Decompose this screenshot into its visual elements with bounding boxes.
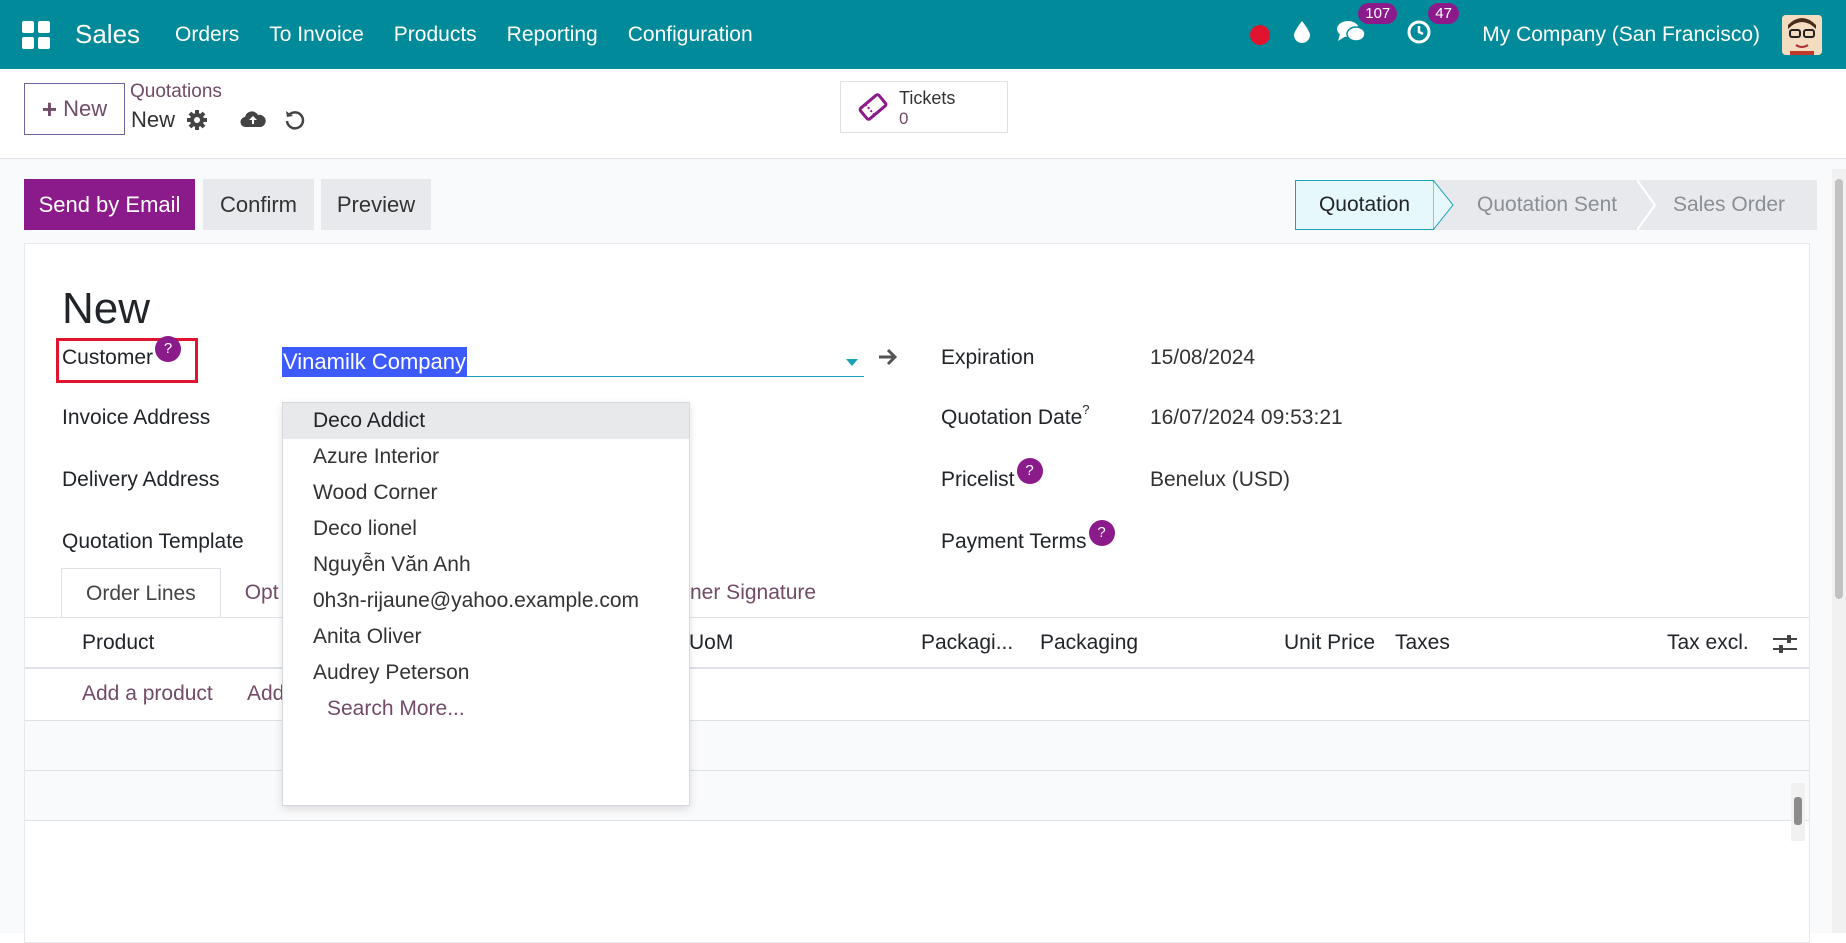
discard-undo-icon[interactable] [284, 109, 306, 136]
quotation-template-label: Quotation Template [62, 530, 244, 553]
drop-icon[interactable] [1294, 21, 1311, 48]
main-menu: Orders To Invoice Products Reporting Con… [160, 23, 768, 47]
record-icon[interactable] [1250, 24, 1271, 45]
stage-quotation-sent[interactable]: Quotation Sent [1434, 180, 1639, 230]
col-tax-excl[interactable]: Tax excl. [1667, 631, 1749, 655]
arrow-right-icon[interactable] [877, 347, 899, 372]
user-avatar[interactable] [1782, 14, 1822, 55]
pricelist-field[interactable]: Benelux (USD) [1150, 468, 1290, 492]
menu-orders[interactable]: Orders [175, 23, 239, 47]
customer-label: Customer? [62, 336, 182, 372]
list-item[interactable]: Audrey Peterson [283, 655, 689, 691]
search-more-link[interactable]: Search More... [283, 691, 689, 727]
customer-help-icon[interactable]: ? [155, 336, 182, 362]
customer-label-text: Customer [62, 346, 154, 369]
breadcrumb-quotations[interactable]: Quotations [130, 81, 222, 103]
notebook-tabs: Order Lines Opt [61, 568, 303, 618]
send-by-email-button[interactable]: Send by Email [24, 179, 195, 230]
page-scrollbar[interactable] [1832, 169, 1846, 933]
col-unit-price[interactable]: Unit Price [1284, 631, 1375, 655]
col-uom[interactable]: UoM [689, 631, 733, 655]
activities-clock-icon[interactable]: 47 [1406, 3, 1459, 50]
ticket-icon [857, 92, 889, 127]
list-item[interactable]: Deco Addict [283, 403, 689, 439]
new-button[interactable]: + New [24, 83, 125, 135]
column-settings-icon[interactable] [1773, 634, 1797, 659]
add-product-link[interactable]: Add a product [82, 682, 213, 706]
systray: 107 47 My Company (San Francisco) [1250, 0, 1846, 69]
messages-icon[interactable]: 107 [1336, 3, 1398, 50]
col-taxes[interactable]: Taxes [1395, 631, 1450, 655]
tickets-smart-button[interactable]: Tickets 0 [840, 81, 1008, 133]
delivery-address-label: Delivery Address [62, 468, 220, 491]
menu-reporting[interactable]: Reporting [507, 23, 598, 47]
list-item[interactable]: Nguyễn Văn Anh [283, 547, 689, 583]
list-item[interactable]: Wood Corner [283, 475, 689, 511]
app-brand[interactable]: Sales [75, 19, 140, 50]
page-scrollbar-thumb[interactable] [1835, 179, 1843, 599]
apps-menu-icon[interactable] [22, 20, 50, 49]
col-product[interactable]: Product [82, 631, 154, 655]
quotation-date-label: Quotation Date? [941, 402, 1090, 430]
pricelist-label: Pricelist? [941, 458, 1043, 494]
customer-input[interactable]: Vinamilk Company [282, 347, 864, 377]
chevron-down-icon[interactable] [846, 359, 858, 366]
quotation-date-label-text: Quotation Date [941, 406, 1083, 429]
invoice-address-label: Invoice Address [62, 406, 211, 429]
table-scrollbar-thumb[interactable] [1794, 797, 1802, 825]
pricelist-label-text: Pricelist [941, 468, 1015, 491]
customer-input-value: Vinamilk Company [282, 347, 468, 377]
plus-icon: + [41, 93, 58, 124]
preview-button[interactable]: Preview [321, 179, 431, 230]
menu-products[interactable]: Products [394, 23, 477, 47]
stage-quotation[interactable]: Quotation [1295, 180, 1434, 230]
expiration-field[interactable]: 15/08/2024 [1150, 346, 1255, 370]
activities-badge: 47 [1428, 3, 1459, 24]
save-cloud-icon[interactable] [240, 109, 266, 134]
payment-terms-help-icon[interactable]: ? [1088, 520, 1115, 546]
list-item[interactable]: Deco lionel [283, 511, 689, 547]
breadcrumb-current: New [131, 107, 176, 132]
form-content: Send by Email Confirm Preview Quotation … [0, 159, 1846, 943]
list-item[interactable]: Anita Oliver [283, 619, 689, 655]
company-switcher[interactable]: My Company (San Francisco) [1482, 23, 1760, 47]
stage-separator-icon [1637, 180, 1657, 230]
list-item[interactable]: 0h3n-rijaune@yahoo.example.com [283, 583, 689, 619]
top-navbar: Sales Orders To Invoice Products Reporti… [0, 0, 1846, 69]
menu-configuration[interactable]: Configuration [628, 23, 753, 47]
payment-terms-label: Payment Terms? [941, 520, 1115, 556]
menu-to-invoice[interactable]: To Invoice [269, 23, 364, 47]
gear-icon[interactable] [186, 109, 208, 136]
list-item[interactable]: Azure Interior [283, 439, 689, 475]
stage-arrow-icon [1433, 180, 1454, 230]
quotation-date-help-icon[interactable]: ? [1082, 402, 1089, 417]
add-section-link[interactable]: Add [247, 682, 284, 706]
table-scrollbar[interactable] [1791, 783, 1805, 841]
status-bar: Quotation Quotation Sent Sales Order [1295, 180, 1817, 230]
control-panel: + New Quotations New Tickets 0 [0, 69, 1846, 159]
col-packaging-qty[interactable]: Packagi... [921, 631, 1013, 655]
expiration-label: Expiration [941, 346, 1035, 369]
tab-customer-signature[interactable]: ner Signature [690, 568, 816, 618]
new-button-label: New [63, 96, 108, 121]
tab-order-lines[interactable]: Order Lines [61, 568, 221, 618]
stage-sales-order[interactable]: Sales Order [1639, 180, 1817, 230]
tickets-count: 0 [899, 109, 909, 128]
quotation-date-field[interactable]: 16/07/2024 09:53:21 [1150, 406, 1343, 430]
customer-autocomplete-dropdown: Deco Addict Azure Interior Wood Corner D… [282, 402, 690, 806]
confirm-button[interactable]: Confirm [203, 179, 314, 230]
payment-terms-label-text: Payment Terms [941, 530, 1087, 553]
col-packaging[interactable]: Packaging [1040, 631, 1138, 655]
messages-badge: 107 [1358, 3, 1398, 24]
pricelist-help-icon[interactable]: ? [1016, 458, 1043, 484]
record-title: New [62, 284, 151, 333]
tickets-label: Tickets [899, 88, 956, 108]
